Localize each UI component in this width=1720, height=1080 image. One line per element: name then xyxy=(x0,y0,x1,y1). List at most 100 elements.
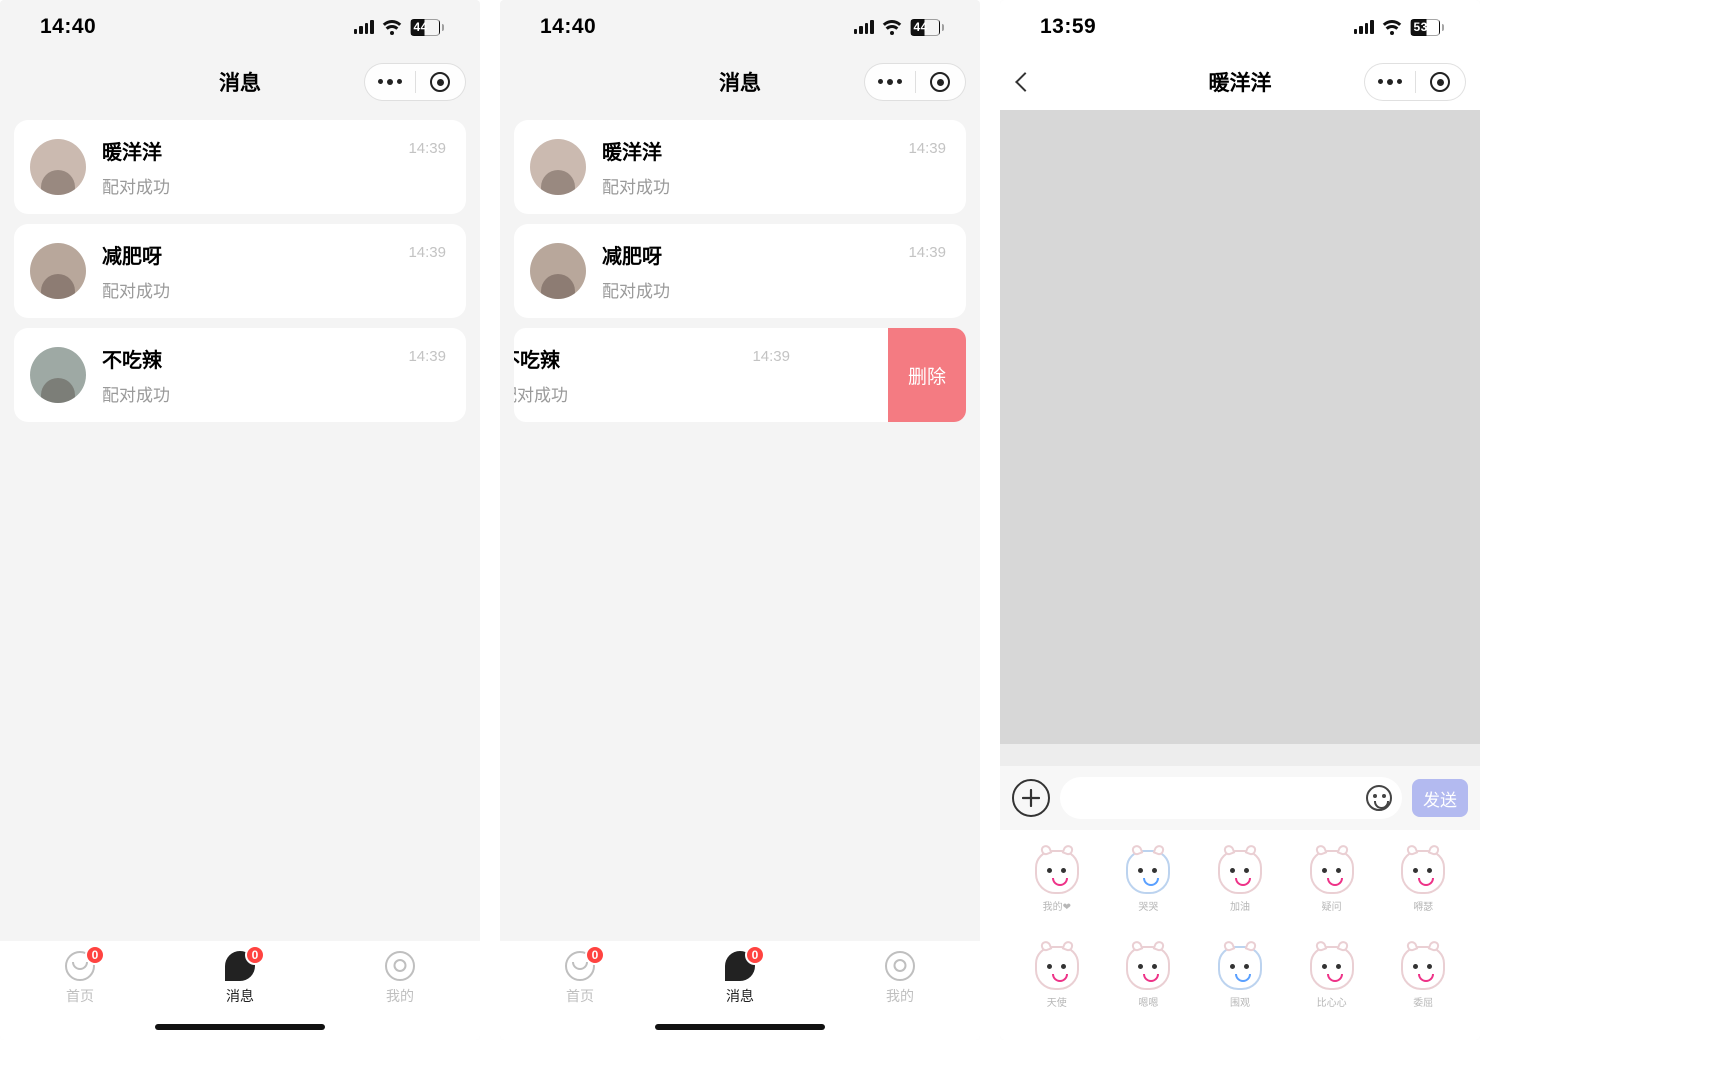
conversation-time: 14:39 xyxy=(908,140,946,157)
avatar xyxy=(530,139,586,195)
miniprogram-capsule[interactable] xyxy=(1364,63,1466,101)
page-title: 消息 xyxy=(719,67,761,97)
send-button[interactable]: 发送 xyxy=(1412,779,1468,817)
conversation-time: 14:39 xyxy=(408,140,446,157)
chat-input-bar: 发送 xyxy=(1000,766,1480,830)
conversation-name: 暖洋洋 xyxy=(602,136,950,165)
wifi-icon xyxy=(882,20,902,35)
badge: 0 xyxy=(745,945,765,965)
sticker-item[interactable]: 哭哭 xyxy=(1110,844,1188,918)
conversation-name: 不吃辣 xyxy=(514,344,872,373)
tab-label: 首页 xyxy=(66,986,94,1006)
signal-icon xyxy=(354,20,374,34)
conversation-row[interactable]: 减肥呀 配对成功 14:39 xyxy=(14,224,466,318)
sticker-item[interactable]: 委屈 xyxy=(1384,940,1462,1014)
status-bar: 13:59 53 xyxy=(1000,0,1480,54)
sticker-item[interactable]: 天使 xyxy=(1018,940,1096,1014)
sticker-item[interactable]: 围观 xyxy=(1201,940,1279,1014)
menu-icon[interactable] xyxy=(1365,79,1415,85)
message-input[interactable] xyxy=(1060,777,1402,819)
nav-bar: 消息 xyxy=(500,54,980,110)
profile-icon xyxy=(885,951,915,981)
miniprogram-capsule[interactable] xyxy=(864,63,966,101)
conversation-name: 减肥呀 xyxy=(602,240,950,269)
tab-label: 首页 xyxy=(566,986,594,1006)
tab-label: 消息 xyxy=(226,986,254,1006)
tab-mine[interactable]: 我的 xyxy=(385,951,415,1006)
conversation-time: 14:39 xyxy=(408,348,446,365)
tab-label: 消息 xyxy=(726,986,754,1006)
badge: 0 xyxy=(245,945,265,965)
status-time: 14:40 xyxy=(540,15,596,39)
conversation-time: 14:39 xyxy=(908,244,946,261)
screen-messages-list: 14:40 44 消息 暖洋洋 配对成功 14:39 xyxy=(0,0,480,1040)
conversation-name: 暖洋洋 xyxy=(102,136,450,165)
sticker-item[interactable]: 加油 xyxy=(1201,844,1279,918)
home-indicator xyxy=(655,1024,825,1030)
conversation-sub: 配对成功 xyxy=(102,173,450,198)
profile-icon xyxy=(385,951,415,981)
conversation-row-swiped[interactable]: 删除 不吃辣 配对成功 14:39 xyxy=(514,328,966,422)
signal-icon xyxy=(854,20,874,34)
tab-messages[interactable]: 消息 0 xyxy=(725,951,755,1006)
tab-mine[interactable]: 我的 xyxy=(885,951,915,1006)
tab-home[interactable]: 首页 0 xyxy=(565,951,595,1006)
tab-label: 我的 xyxy=(886,986,914,1006)
home-indicator xyxy=(155,1024,325,1030)
status-time: 14:40 xyxy=(40,15,96,39)
sticker-item[interactable]: 嗯嗯 xyxy=(1110,940,1188,1014)
sticker-item[interactable]: 嘚瑟 xyxy=(1384,844,1462,918)
battery-icon: 53 xyxy=(1410,19,1445,36)
conversation-sub: 配对成功 xyxy=(102,277,450,302)
status-bar: 14:40 44 xyxy=(500,0,980,54)
status-bar: 14:40 44 xyxy=(0,0,480,54)
tab-home[interactable]: 首页 0 xyxy=(65,951,95,1006)
badge: 0 xyxy=(85,945,105,965)
wifi-icon xyxy=(382,20,402,35)
conversation-time: 14:39 xyxy=(408,244,446,261)
avatar xyxy=(30,347,86,403)
badge: 0 xyxy=(585,945,605,965)
battery-icon: 44 xyxy=(410,19,445,36)
conversation-row[interactable]: 暖洋洋 配对成功 14:39 xyxy=(14,120,466,214)
menu-icon[interactable] xyxy=(365,79,415,85)
conversation-sub: 配对成功 xyxy=(514,381,872,406)
nav-bar: 暖洋洋 xyxy=(1000,54,1480,110)
close-icon[interactable] xyxy=(1416,72,1466,92)
sticker-panel: 我的❤ 哭哭 加油 疑问 嘚瑟 天使 嗯嗯 围观 比心心 委屈 xyxy=(1000,830,1480,1040)
conversation-sub: 配对成功 xyxy=(602,173,950,198)
screen-chat: 13:59 53 暖洋洋 发送 我的❤ 哭哭 xyxy=(1000,0,1480,1040)
close-icon[interactable] xyxy=(416,72,466,92)
menu-icon[interactable] xyxy=(865,79,915,85)
sticker-item[interactable]: 比心心 xyxy=(1293,940,1371,1014)
delete-button[interactable]: 删除 xyxy=(888,328,966,422)
conversation-time: 14:39 xyxy=(752,348,790,365)
attach-button[interactable] xyxy=(1012,779,1050,817)
tab-messages[interactable]: 消息 0 xyxy=(225,951,255,1006)
conversation-sub: 配对成功 xyxy=(102,381,450,406)
sticker-item[interactable]: 疑问 xyxy=(1293,844,1371,918)
signal-icon xyxy=(1354,20,1374,34)
avatar xyxy=(530,243,586,299)
miniprogram-capsule[interactable] xyxy=(364,63,466,101)
conversation-sub: 配对成功 xyxy=(602,277,950,302)
wifi-icon xyxy=(1382,20,1402,35)
page-title: 暖洋洋 xyxy=(1209,67,1272,97)
close-icon[interactable] xyxy=(916,72,966,92)
conversation-row[interactable]: 减肥呀 配对成功 14:39 xyxy=(514,224,966,318)
conversation-row[interactable]: 暖洋洋 配对成功 14:39 xyxy=(514,120,966,214)
screen-messages-swipe: 14:40 44 消息 暖洋洋 配对成功 14:39 xyxy=(500,0,980,1040)
tab-label: 我的 xyxy=(386,986,414,1006)
back-icon[interactable] xyxy=(1015,72,1035,92)
conversation-name: 不吃辣 xyxy=(102,344,450,373)
conversation-row[interactable]: 不吃辣 配对成功 14:39 xyxy=(14,328,466,422)
emoji-icon[interactable] xyxy=(1366,785,1392,811)
sticker-item[interactable]: 我的❤ xyxy=(1018,844,1096,918)
conversation-name: 减肥呀 xyxy=(102,240,450,269)
nav-bar: 消息 xyxy=(0,54,480,110)
status-time: 13:59 xyxy=(1040,15,1096,39)
battery-icon: 44 xyxy=(910,19,945,36)
chat-scroll-area[interactable] xyxy=(1000,110,1480,744)
page-title: 消息 xyxy=(219,67,261,97)
avatar xyxy=(30,139,86,195)
